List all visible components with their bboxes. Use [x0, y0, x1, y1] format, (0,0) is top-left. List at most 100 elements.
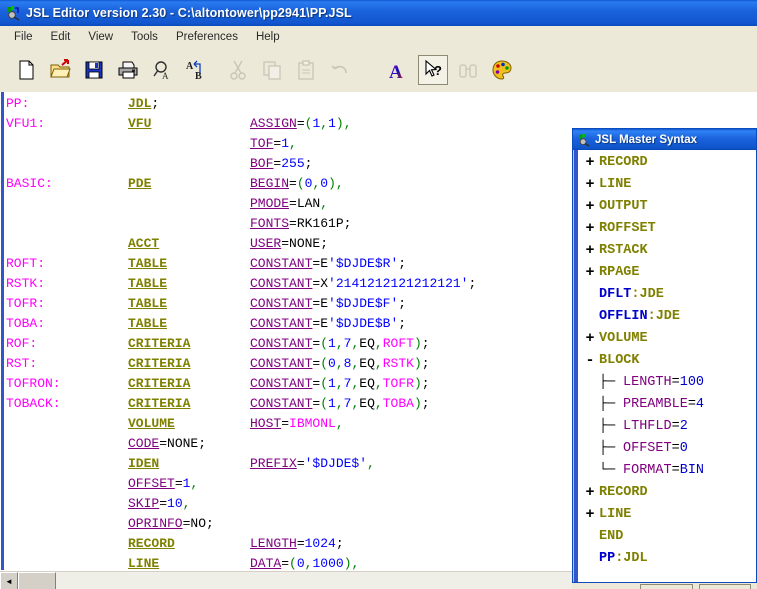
menu-item-view[interactable]: View [80, 28, 121, 46]
tree-expander[interactable]: + [581, 218, 599, 240]
tree-node-label[interactable]: RECORD [599, 482, 648, 504]
tree-expander[interactable]: + [581, 174, 599, 196]
find-button[interactable]: A [148, 56, 176, 84]
print-button[interactable] [114, 56, 142, 84]
tree-node-label[interactable]: RPAGE [599, 262, 640, 284]
code-line[interactable]: LINE DATA=(0,1000), [6, 554, 476, 570]
code-line[interactable]: VFU1: VFU ASSIGN=(1,1), [6, 114, 476, 134]
code-line[interactable]: ROFT: TABLE CONSTANT=E'$DJDE$R'; [6, 254, 476, 274]
tree-node-label[interactable]: OUTPUT [599, 196, 648, 218]
syntax-tree-node[interactable]: + LINE [581, 504, 704, 526]
tree-node-label[interactable]: RECORD [599, 152, 648, 174]
menu-item-edit[interactable]: Edit [43, 28, 79, 46]
copy-button[interactable] [258, 56, 286, 84]
code-line[interactable]: OFFSET=1, [6, 474, 476, 494]
tree-expander[interactable]: + [581, 504, 599, 526]
syntax-tree-node[interactable]: ├─ LTHFLD = 2 [581, 416, 704, 438]
tree-node-label[interactable]: RSTACK [599, 240, 648, 262]
menu-item-preferences[interactable]: Preferences [168, 28, 246, 46]
cut-button[interactable] [224, 56, 252, 84]
tree-expander[interactable]: + [581, 262, 599, 284]
syntax-tree-node[interactable]: + ROFFSET [581, 218, 704, 240]
menu-item-file[interactable]: File [6, 28, 41, 46]
code-line[interactable]: OPRINFO=NO; [6, 514, 476, 534]
syntax-tree-node[interactable]: + RECORD [581, 152, 704, 174]
code-line[interactable]: CODE=NONE; [6, 434, 476, 454]
code-line[interactable]: TOFR: TABLE CONSTANT=E'$DJDE$F'; [6, 294, 476, 314]
scrollbar-thumb[interactable] [18, 572, 56, 589]
context-help-button[interactable]: ? [418, 55, 448, 85]
code-line[interactable]: VOLUME HOST=IBMONL, [6, 414, 476, 434]
syntax-tree-node[interactable]: +END [581, 526, 704, 548]
syntax-tree-body[interactable]: + RECORD + LINE + OUTPUT + ROFFSET + RSTACK + RPAGE… [573, 150, 756, 582]
code-line[interactable]: PMODE=LAN, [6, 194, 476, 214]
tree-node-label[interactable]: VOLUME [599, 328, 648, 350]
paste-button[interactable] [292, 56, 320, 84]
menu-item-tools[interactable]: Tools [123, 28, 166, 46]
code-line[interactable]: BOF=255; [6, 154, 476, 174]
new-file-button[interactable] [12, 56, 40, 84]
syntax-tree-node[interactable]: ├─ OFFSET = 0 [581, 438, 704, 460]
syntax-tree-node[interactable]: +DFLT:JDE [581, 284, 704, 306]
syntax-tree[interactable]: + RECORD + LINE + OUTPUT + ROFFSET + RSTACK + RPAGE… [581, 152, 704, 570]
palette-button[interactable] [488, 56, 516, 84]
syntax-tree-node[interactable]: └─ FORMAT = BIN [581, 460, 704, 482]
tree-node-label[interactable]: BLOCK [599, 350, 640, 372]
tree-node-label[interactable]: OFFSET [623, 438, 672, 460]
undo-button[interactable] [326, 56, 354, 84]
syntax-vertical-scroll-edge[interactable] [573, 150, 578, 582]
code-line[interactable]: TOBA: TABLE CONSTANT=E'$DJDE$B'; [6, 314, 476, 334]
binoculars-button[interactable] [454, 56, 482, 84]
syntax-tree-node[interactable]: - BLOCK [581, 350, 704, 372]
tree-node-label[interactable]: LINE [599, 174, 631, 196]
code-line[interactable]: ROF: CRITERIA CONSTANT=(1,7,EQ,ROFT); [6, 334, 476, 354]
syntax-tree-node[interactable]: ├─ LENGTH = 100 [581, 372, 704, 394]
open-file-button[interactable] [46, 56, 74, 84]
code-line[interactable]: RECORD LENGTH=1024; [6, 534, 476, 554]
code-line[interactable]: BASIC: PDE BEGIN=(0,0), [6, 174, 476, 194]
tree-node-label[interactable]: OFFLIN [599, 306, 648, 328]
tree-expander[interactable]: + [581, 328, 599, 350]
tree-node-label[interactable]: PP [599, 548, 615, 570]
syntax-tree-node[interactable]: +PP:JDL [581, 548, 704, 570]
tree-node-label[interactable]: ROFFSET [599, 218, 656, 240]
tree-expander[interactable]: + [581, 240, 599, 262]
code-line[interactable]: PP: JDL; [6, 94, 476, 114]
syntax-tree-node[interactable]: + VOLUME [581, 328, 704, 350]
code-line[interactable]: SKIP=10, [6, 494, 476, 514]
code-line[interactable]: RST: CRITERIA CONSTANT=(0,8,EQ,RSTK); [6, 354, 476, 374]
tree-node-label[interactable]: END [599, 526, 623, 548]
bottom-button-1[interactable] [640, 584, 693, 589]
save-button[interactable] [80, 56, 108, 84]
tree-node-label[interactable]: LINE [599, 504, 631, 526]
code-text[interactable]: PP: JDL; VFU1: VFU ASSIGN=(1,1), TOF=1, BOF=25… [6, 94, 476, 570]
code-line[interactable]: TOF=1, [6, 134, 476, 154]
syntax-tree-node[interactable]: + RPAGE [581, 262, 704, 284]
tree-expander[interactable]: + [581, 196, 599, 218]
code-line[interactable]: TOBACK: CRITERIA CONSTANT=(1,7,EQ,TOBA); [6, 394, 476, 414]
font-button[interactable]: A [384, 56, 412, 84]
syntax-tree-node[interactable]: ├─ PREAMBLE = 4 [581, 394, 704, 416]
code-line[interactable]: TOFRON: CRITERIA CONSTANT=(1,7,EQ,TOFR); [6, 374, 476, 394]
syntax-tree-node[interactable]: + OUTPUT [581, 196, 704, 218]
tree-expander[interactable]: + [581, 152, 599, 174]
code-line[interactable]: IDEN PREFIX='$DJDE$', [6, 454, 476, 474]
syntax-tree-node[interactable]: + RECORD [581, 482, 704, 504]
syntax-tree-node[interactable]: + RSTACK [581, 240, 704, 262]
code-line[interactable]: ACCT USER=NONE; [6, 234, 476, 254]
tree-expander[interactable]: + [581, 482, 599, 504]
syntax-tree-node[interactable]: + LINE [581, 174, 704, 196]
code-line[interactable]: FONTS=RK161P; [6, 214, 476, 234]
tree-node-label[interactable]: LENGTH [623, 372, 672, 394]
syntax-window-titlebar[interactable]: JSL Master Syntax [573, 129, 756, 150]
scroll-left-button[interactable]: ◄ [0, 572, 18, 589]
window-titlebar[interactable]: JSL Editor version 2.30 - C:\altontower\… [0, 0, 757, 27]
tree-node-label[interactable]: FORMAT [623, 460, 672, 482]
tree-node-label[interactable]: DFLT [599, 284, 631, 306]
tree-node-label[interactable]: LTHFLD [623, 416, 672, 438]
tree-node-label[interactable]: PREAMBLE [623, 394, 688, 416]
syntax-tree-node[interactable]: +OFFLIN:JDE [581, 306, 704, 328]
replace-button[interactable]: A B [182, 56, 210, 84]
code-line[interactable]: RSTK: TABLE CONSTANT=X'2141212121212121'; [6, 274, 476, 294]
tree-expander[interactable]: - [581, 350, 599, 372]
